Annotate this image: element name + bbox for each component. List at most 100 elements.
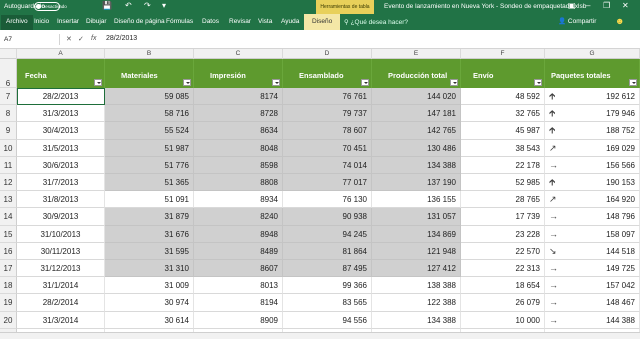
table-cell-ensamblado[interactable]: 79 737 bbox=[283, 105, 372, 123]
tab-formulas[interactable]: Fórmulas bbox=[166, 18, 193, 25]
column-header-d[interactable]: D bbox=[283, 49, 372, 59]
table-cell-paquetes-totales[interactable]: 🡱 192 612 bbox=[545, 88, 640, 106]
tab-dibujar[interactable]: Dibujar bbox=[86, 18, 107, 25]
table-cell-impresion[interactable]: 8174 bbox=[194, 88, 283, 106]
row-header[interactable]: 8 bbox=[0, 105, 17, 123]
row-header[interactable]: 7 bbox=[0, 88, 17, 106]
table-cell-materiales[interactable]: 31 595 bbox=[105, 242, 194, 260]
table-cell-paquetes-totales[interactable]: → 156 566 bbox=[545, 156, 640, 174]
table-cell-produccion-total[interactable]: 131 057 bbox=[372, 208, 461, 226]
table-cell-materiales[interactable]: 30 614 bbox=[105, 311, 194, 329]
table-cell-envio[interactable]: 28 765 bbox=[461, 191, 545, 209]
autosave-toggle[interactable]: Desactivado bbox=[34, 2, 67, 11]
table-cell-envio[interactable]: 45 987 bbox=[461, 122, 545, 140]
table-cell-fecha[interactable]: 31/10/2013 bbox=[17, 225, 105, 243]
table-cell-fecha[interactable]: 31/1/2014 bbox=[17, 277, 105, 295]
row-header[interactable]: 20 bbox=[0, 311, 17, 329]
ribbon-display-icon[interactable]: ▣ bbox=[568, 1, 576, 10]
table-cell-impresion[interactable]: 8728 bbox=[194, 105, 283, 123]
table-cell-envio[interactable]: 52 985 bbox=[461, 174, 545, 192]
filter-dropdown-icon[interactable] bbox=[272, 79, 280, 86]
table-cell-impresion[interactable]: 8048 bbox=[194, 139, 283, 157]
column-header-a[interactable]: A bbox=[17, 49, 105, 59]
table-cell-envio[interactable]: 22 313 bbox=[461, 260, 545, 278]
tab-insertar[interactable]: Insertar bbox=[57, 18, 79, 25]
feedback-smiley-icon[interactable]: ☻ bbox=[615, 16, 624, 26]
tell-me-search[interactable]: ⚲ ¿Qué desea hacer? bbox=[344, 18, 408, 26]
table-cell-fecha[interactable]: 31/8/2013 bbox=[17, 191, 105, 209]
table-cell-envio[interactable]: 22 178 bbox=[461, 156, 545, 174]
row-header[interactable]: 19 bbox=[0, 294, 17, 312]
row-header[interactable]: 12 bbox=[0, 174, 17, 192]
tab-diseno[interactable]: Diseño bbox=[304, 14, 341, 30]
table-cell-ensamblado[interactable]: 76 761 bbox=[283, 88, 372, 106]
table-cell-materiales[interactable]: 51 365 bbox=[105, 174, 194, 192]
filter-dropdown-icon[interactable] bbox=[183, 79, 191, 86]
tab-inicio[interactable]: Inicio bbox=[34, 18, 49, 25]
cancel-entry-icon[interactable]: ✕ bbox=[66, 35, 72, 43]
table-cell-fecha[interactable]: 31/3/2013 bbox=[17, 105, 105, 123]
undo-icon[interactable]: ↶ bbox=[125, 1, 132, 10]
table-cell-paquetes-totales[interactable]: ↗ 164 920 bbox=[545, 191, 640, 209]
table-cell-impresion[interactable]: 8808 bbox=[194, 174, 283, 192]
table-cell-impresion[interactable]: 8634 bbox=[194, 122, 283, 140]
table-cell-ensamblado[interactable]: 94 245 bbox=[283, 225, 372, 243]
table-cell-produccion-total[interactable]: 142 765 bbox=[372, 122, 461, 140]
table-cell-envio[interactable]: 18 654 bbox=[461, 277, 545, 295]
table-cell-ensamblado[interactable]: 99 366 bbox=[283, 277, 372, 295]
table-cell-produccion-total[interactable]: 137 190 bbox=[372, 174, 461, 192]
share-button[interactable]: 👤 Compartir bbox=[558, 17, 596, 25]
table-cell-impresion[interactable]: 8948 bbox=[194, 225, 283, 243]
table-cell-fecha[interactable]: 30/6/2013 bbox=[17, 156, 105, 174]
table-cell-produccion-total[interactable]: 121 948 bbox=[372, 242, 461, 260]
table-cell-produccion-total[interactable]: 127 412 bbox=[372, 260, 461, 278]
row-header[interactable]: 16 bbox=[0, 242, 17, 260]
row-header[interactable]: 17 bbox=[0, 260, 17, 278]
table-cell-produccion-total[interactable]: 130 486 bbox=[372, 139, 461, 157]
table-cell-impresion[interactable]: 8909 bbox=[194, 311, 283, 329]
confirm-entry-icon[interactable]: ✓ bbox=[78, 35, 84, 43]
restore-icon[interactable]: ❐ bbox=[603, 1, 610, 10]
table-cell-ensamblado[interactable]: 81 864 bbox=[283, 242, 372, 260]
table-cell-paquetes-totales[interactable]: → 148 467 bbox=[545, 294, 640, 312]
table-cell-paquetes-totales[interactable]: → 144 388 bbox=[545, 311, 640, 329]
row-header-6[interactable]: 6 bbox=[0, 59, 17, 88]
table-cell-paquetes-totales[interactable]: → 158 097 bbox=[545, 225, 640, 243]
table-cell-produccion-total[interactable]: 134 388 bbox=[372, 311, 461, 329]
table-cell-fecha[interactable]: 30/4/2013 bbox=[17, 122, 105, 140]
tab-vista[interactable]: Vista bbox=[258, 18, 272, 25]
table-cell-produccion-total[interactable]: 147 181 bbox=[372, 105, 461, 123]
table-cell-materiales[interactable]: 51 987 bbox=[105, 139, 194, 157]
table-cell-ensamblado[interactable]: 87 495 bbox=[283, 260, 372, 278]
column-header-f[interactable]: F bbox=[461, 49, 545, 59]
column-header-b[interactable]: B bbox=[105, 49, 194, 59]
tab-datos[interactable]: Datos bbox=[202, 18, 219, 25]
table-cell-ensamblado[interactable]: 77 017 bbox=[283, 174, 372, 192]
table-cell-envio[interactable]: 32 765 bbox=[461, 105, 545, 123]
table-cell-impresion[interactable]: 8013 bbox=[194, 277, 283, 295]
table-cell-ensamblado[interactable]: 74 014 bbox=[283, 156, 372, 174]
table-cell-ensamblado[interactable]: 78 607 bbox=[283, 122, 372, 140]
insert-function-button[interactable]: fx bbox=[91, 35, 96, 42]
table-cell-produccion-total[interactable]: 122 388 bbox=[372, 294, 461, 312]
minimize-icon[interactable]: – bbox=[586, 1, 590, 10]
table-cell-materiales[interactable]: 58 716 bbox=[105, 105, 194, 123]
table-cell-paquetes-totales[interactable]: 🡱 190 153 bbox=[545, 174, 640, 192]
table-cell-fecha[interactable]: 31/7/2013 bbox=[17, 174, 105, 192]
table-cell-produccion-total[interactable]: 144 020 bbox=[372, 88, 461, 106]
row-header[interactable]: 13 bbox=[0, 191, 17, 209]
tab-diseno-pagina[interactable]: Diseño de página bbox=[114, 18, 165, 25]
column-header-c[interactable]: C bbox=[194, 49, 283, 59]
table-cell-fecha[interactable]: 28/2/2013 bbox=[17, 88, 105, 106]
table-cell-ensamblado[interactable]: 83 565 bbox=[283, 294, 372, 312]
row-header[interactable]: 11 bbox=[0, 156, 17, 174]
table-cell-materiales[interactable]: 55 524 bbox=[105, 122, 194, 140]
table-cell-impresion[interactable]: 8489 bbox=[194, 242, 283, 260]
save-icon[interactable]: 💾 bbox=[102, 1, 112, 10]
filter-dropdown-icon[interactable] bbox=[450, 79, 458, 86]
table-cell-materiales[interactable]: 59 085 bbox=[105, 88, 194, 106]
table-cell-produccion-total[interactable]: 138 388 bbox=[372, 277, 461, 295]
row-header[interactable]: 9 bbox=[0, 122, 17, 140]
customize-qat-icon[interactable]: ▾ bbox=[162, 1, 166, 10]
row-header[interactable]: 14 bbox=[0, 208, 17, 226]
